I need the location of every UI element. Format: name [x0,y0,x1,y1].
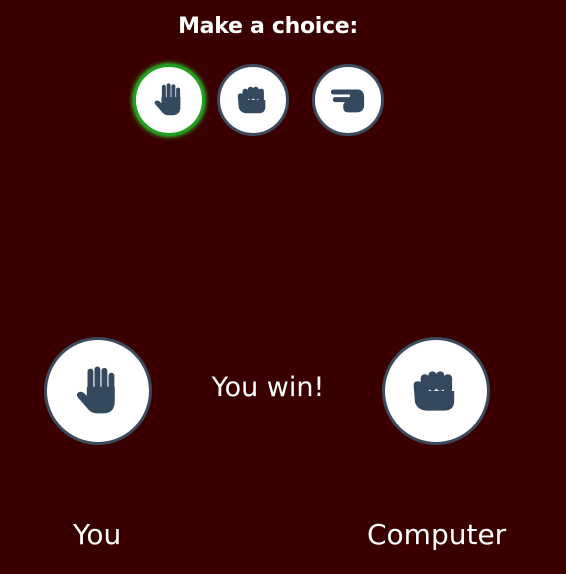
fist-icon [234,81,272,119]
open-hand-icon [150,81,188,119]
player-choice-display [44,337,152,445]
rock-choice-button[interactable] [217,64,289,136]
choice-prompt: Make a choice: [178,14,358,39]
scissors-choice-button[interactable] [312,64,384,136]
computer-label: Computer [367,518,507,551]
scissors-hand-icon [329,81,367,119]
open-hand-icon [70,363,126,419]
result-text: You win! [211,372,325,403]
computer-choice-display [382,337,490,445]
paper-choice-button[interactable] [133,64,205,136]
fist-icon [408,363,464,419]
player-label: You [73,518,122,551]
